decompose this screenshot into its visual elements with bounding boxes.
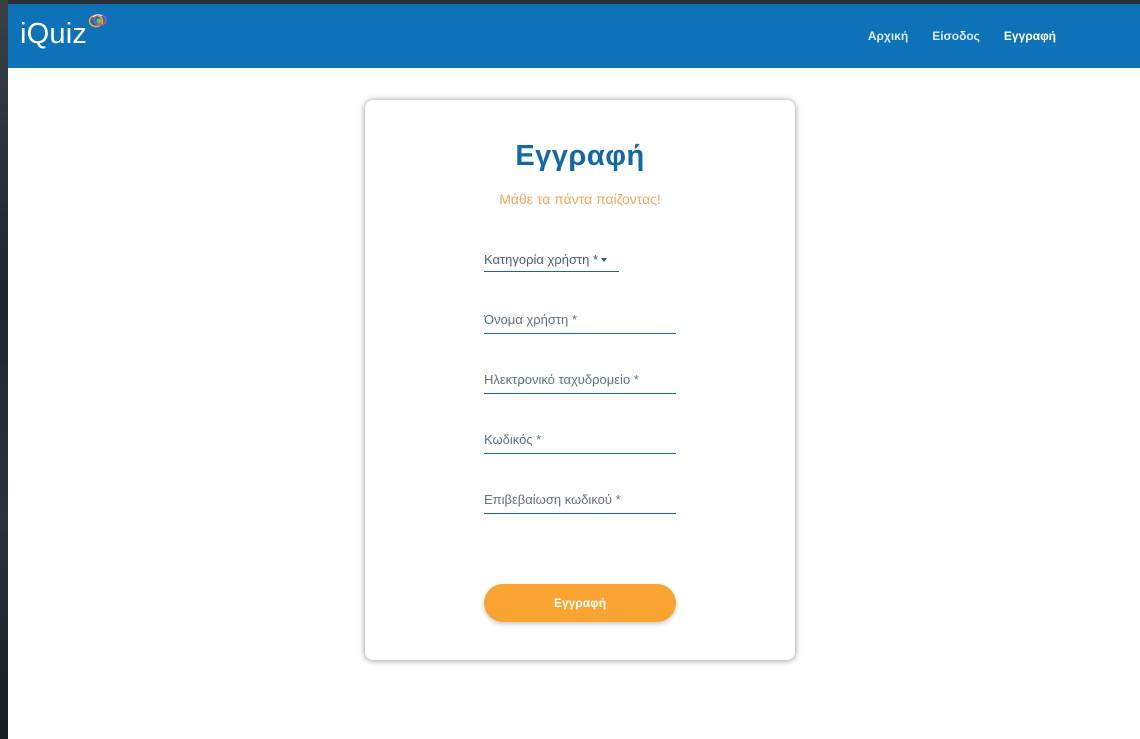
user-category-label: Κατηγορία χρήστη *: [484, 252, 599, 267]
brand-name: iQuiz: [20, 18, 88, 50]
page-subtitle: Μάθε τα πάντα παίζοντας!: [499, 191, 661, 207]
caret-down-icon: [601, 257, 608, 262]
desktop-edge-left: [0, 0, 8, 739]
brand[interactable]: iQuiz: [20, 14, 108, 58]
user-category-select[interactable]: Κατηγορία χρήστη *: [484, 248, 619, 272]
navbar: iQuiz Αρχική Είσοδος Εγγραφή: [8, 4, 1140, 68]
register-button[interactable]: Εγγραφή: [484, 584, 676, 622]
confirm-password-input[interactable]: [484, 488, 676, 510]
app-window: iQuiz Αρχική Είσοδος Εγγραφή Εγγραφή Μάθ…: [8, 4, 1140, 739]
email-field-wrapper: [484, 368, 676, 394]
nav-login[interactable]: Είσοδος: [920, 29, 992, 43]
username-field-wrapper: [484, 308, 676, 334]
confirm-password-field-wrapper: [484, 488, 676, 514]
nav-register[interactable]: Εγγραφή: [992, 29, 1068, 43]
register-card: Εγγραφή Μάθε τα πάντα παίζοντας! Κατηγορ…: [365, 100, 795, 660]
password-field-wrapper: [484, 428, 676, 454]
email-input[interactable]: [484, 368, 676, 390]
main-nav: Αρχική Είσοδος Εγγραφή: [856, 4, 1068, 68]
page-title: Εγγραφή: [515, 140, 645, 172]
nav-home[interactable]: Αρχική: [856, 29, 920, 43]
password-input[interactable]: [484, 428, 676, 450]
username-input[interactable]: [484, 308, 676, 330]
brain-logo-icon: [88, 12, 108, 35]
